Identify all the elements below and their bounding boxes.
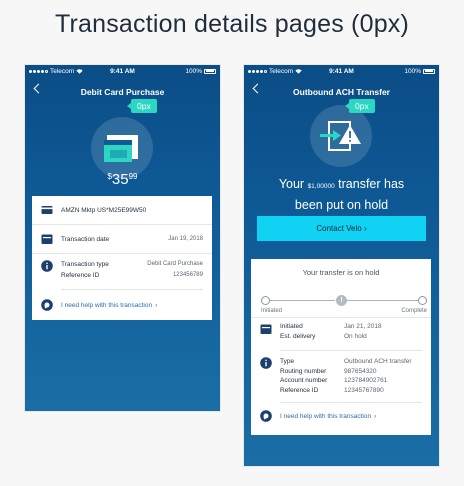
back-chevron-icon[interactable] bbox=[33, 83, 44, 94]
date-label: Transaction date bbox=[61, 235, 110, 243]
wifi-icon bbox=[295, 68, 302, 74]
hold-status-title: Your transfer is on hold bbox=[302, 268, 380, 277]
calendar-icon bbox=[41, 234, 53, 244]
info-icon bbox=[260, 357, 272, 369]
divider bbox=[280, 402, 422, 403]
divider bbox=[251, 317, 431, 318]
progress-line bbox=[270, 300, 335, 301]
hold-headline: Your $1,00000 transfer has been put on h… bbox=[244, 174, 439, 216]
reference-label: Reference ID bbox=[61, 272, 100, 279]
chevron-right-icon: › bbox=[155, 301, 158, 309]
headline-cents: 00 bbox=[327, 183, 335, 190]
battery-percent: 100% bbox=[404, 67, 421, 75]
transfer-details-card: Your transfer is on hold ! Initiated Com… bbox=[251, 259, 431, 435]
dates-row: Initiated Est. delivery Jan 21, 2018 On … bbox=[260, 323, 422, 340]
status-bar: Telecom 9:41 AM 100% bbox=[25, 65, 220, 77]
debit-card-purchase-screen: Telecom 9:41 AM 100% Debit Card Purchase… bbox=[25, 65, 220, 411]
headline-suffix: transfer has bbox=[338, 177, 405, 191]
date-value: Jan 19, 2018 bbox=[168, 236, 203, 242]
help-chat-icon bbox=[260, 410, 272, 422]
signal-icon bbox=[248, 69, 267, 73]
reference-value: 123456789 bbox=[172, 272, 203, 278]
progress-start-dot bbox=[261, 296, 270, 305]
routing-label: Routing number bbox=[280, 367, 327, 375]
initiated-label: Initiated bbox=[280, 323, 303, 330]
nav-bar: Debit Card Purchase bbox=[25, 77, 220, 107]
account-value: 123784902761 bbox=[344, 377, 388, 384]
help-link[interactable]: I need help with this transaction bbox=[61, 302, 152, 309]
progress-end-label: Complete bbox=[401, 308, 427, 314]
help-row[interactable]: I need help with this transaction › bbox=[32, 290, 212, 320]
transfer-warning-icon bbox=[320, 121, 361, 151]
signal-icon bbox=[29, 69, 48, 73]
progress-start-label: Initiated bbox=[261, 308, 283, 314]
contact-velo-button[interactable]: Contact Velo › bbox=[257, 216, 426, 241]
back-chevron-icon[interactable] bbox=[252, 83, 263, 94]
ach-transfer-screen: Telecom 9:41 AM 100% Outbound ACH Transf… bbox=[244, 65, 439, 466]
chevron-right-icon: › bbox=[374, 412, 377, 420]
headline-amount: $1,000 bbox=[307, 183, 328, 190]
transfer-progress: ! Initiated Complete bbox=[261, 295, 427, 316]
status-bar: Telecom 9:41 AM 100% bbox=[244, 65, 439, 77]
type-value: Outbound ACH transfer bbox=[344, 358, 412, 365]
amount-dollars: 35 bbox=[111, 171, 129, 188]
type-row: Transaction type Debit Card Purchase Ref… bbox=[32, 254, 212, 289]
amount-cents: 99 bbox=[128, 172, 138, 181]
headline-prefix: Your bbox=[278, 177, 305, 191]
screen-title: Debit Card Purchase bbox=[80, 87, 165, 97]
date-row: Transaction date Jan 19, 2018 bbox=[32, 225, 212, 253]
carrier-label: Telecom bbox=[50, 67, 75, 75]
transaction-details-card: AMZN Mktp US*M25E99W50 Transaction date … bbox=[32, 196, 212, 320]
calendar-icon bbox=[260, 324, 272, 334]
reference-label: Reference ID bbox=[280, 386, 319, 394]
battery-percent: 100% bbox=[185, 67, 202, 75]
merchant-row: AMZN Mktp US*M25E99W50 bbox=[32, 196, 212, 224]
spacing-tag: 0px bbox=[127, 99, 157, 113]
type-value: Debit Card Purchase bbox=[147, 261, 203, 267]
transaction-amount: $3599 bbox=[25, 171, 220, 188]
initiated-value: Jan 21, 2018 bbox=[344, 323, 382, 330]
wifi-icon bbox=[76, 68, 83, 74]
card-icon bbox=[41, 206, 53, 214]
progress-line bbox=[347, 300, 418, 301]
hold-alert-icon: ! bbox=[336, 295, 347, 306]
account-label: Account number bbox=[280, 377, 328, 384]
help-link[interactable]: I need help with this transaction bbox=[280, 413, 371, 420]
reference-value: 12345767890 bbox=[344, 386, 384, 394]
transfer-icon-circle bbox=[310, 105, 372, 167]
page-title: Transaction details pages (0px) bbox=[54, 10, 410, 38]
headline-line2: been put on hold bbox=[294, 198, 389, 212]
delivery-label: Est. delivery bbox=[280, 333, 316, 340]
progress-end-dot bbox=[418, 296, 427, 305]
currency-symbol: $ bbox=[107, 172, 112, 181]
merchant-name: AMZN Mktp US*M25E99W50 bbox=[61, 206, 147, 214]
credit-card-icon bbox=[104, 135, 138, 162]
info-icon bbox=[41, 260, 53, 272]
nav-bar: Outbound ACH Transfer bbox=[244, 77, 439, 107]
routing-value: 987654320 bbox=[344, 367, 377, 375]
spacing-tag: 0px bbox=[345, 99, 375, 113]
type-label: Type bbox=[280, 358, 295, 365]
type-label: Transaction type bbox=[61, 261, 109, 268]
battery-icon bbox=[423, 68, 435, 74]
screen-title: Outbound ACH Transfer bbox=[293, 87, 390, 97]
help-chat-icon bbox=[41, 299, 53, 311]
carrier-label: Telecom bbox=[269, 67, 294, 75]
help-row[interactable]: I need help with this transaction › bbox=[260, 410, 422, 422]
delivery-value: On hold bbox=[344, 333, 367, 340]
battery-icon bbox=[204, 68, 216, 74]
divider bbox=[280, 350, 422, 351]
card-icon-circle bbox=[91, 117, 153, 179]
transfer-info-row: Type Routing number Account number Refer… bbox=[260, 357, 422, 395]
